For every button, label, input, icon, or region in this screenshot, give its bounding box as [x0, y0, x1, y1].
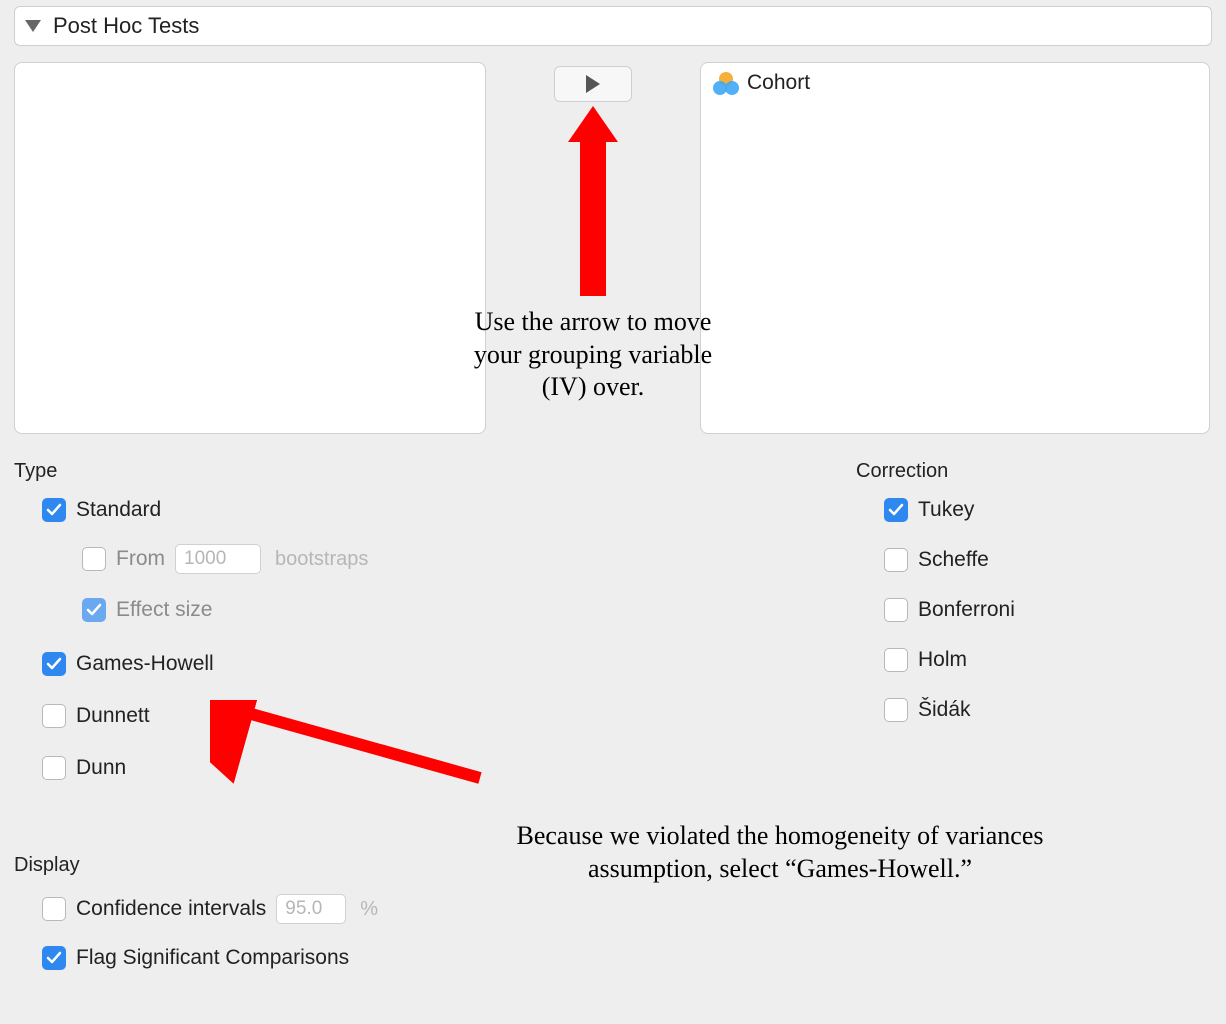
type-section-label: Type [14, 460, 57, 483]
confidence-intervals-option[interactable]: Confidence intervals % [42, 894, 378, 924]
annotation-text-1: Use the arrow to move your grouping vari… [460, 306, 726, 404]
variable-name: Cohort [747, 71, 810, 95]
dunn-option[interactable]: Dunn [42, 756, 126, 780]
play-triangle-icon [586, 75, 600, 93]
holm-label: Holm [918, 648, 967, 672]
confidence-intervals-label: Confidence intervals [76, 897, 266, 921]
from-label: From [116, 547, 165, 571]
standard-label: Standard [76, 498, 161, 522]
annotation-arrow-diag [210, 700, 490, 790]
sidak-checkbox[interactable] [884, 698, 908, 722]
standard-option[interactable]: Standard [42, 498, 161, 522]
correction-section-label: Correction [856, 460, 948, 483]
dunn-label: Dunn [76, 756, 126, 780]
tukey-label: Tukey [918, 498, 974, 522]
bootstraps-input[interactable] [175, 544, 261, 574]
section-title: Post Hoc Tests [53, 13, 199, 39]
holm-option[interactable]: Holm [884, 648, 967, 672]
scheffe-checkbox[interactable] [884, 548, 908, 572]
from-checkbox[interactable] [82, 547, 106, 571]
effect-size-option[interactable]: Effect size [82, 598, 213, 622]
dunnett-option[interactable]: Dunnett [42, 704, 150, 728]
confidence-intervals-checkbox[interactable] [42, 897, 66, 921]
flag-significant-label: Flag Significant Comparisons [76, 946, 349, 970]
available-variables-list[interactable] [14, 62, 486, 434]
sidak-label: Šidák [918, 698, 971, 722]
selected-variables-list[interactable]: Cohort [700, 62, 1210, 434]
bonferroni-option[interactable]: Bonferroni [884, 598, 1015, 622]
flag-significant-option[interactable]: Flag Significant Comparisons [42, 946, 349, 970]
variable-row[interactable]: Cohort [713, 71, 1197, 95]
tukey-option[interactable]: Tukey [884, 498, 974, 522]
effect-size-label: Effect size [116, 598, 213, 622]
scheffe-label: Scheffe [918, 548, 989, 572]
flag-significant-checkbox[interactable] [42, 946, 66, 970]
annotation-text-2: Because we violated the homogeneity of v… [470, 820, 1090, 885]
sidak-option[interactable]: Šidák [884, 698, 971, 722]
bonferroni-label: Bonferroni [918, 598, 1015, 622]
dunn-checkbox[interactable] [42, 756, 66, 780]
standard-checkbox[interactable] [42, 498, 66, 522]
scheffe-option[interactable]: Scheffe [884, 548, 989, 572]
annotation-arrow-up [576, 106, 610, 296]
dunnett-checkbox[interactable] [42, 704, 66, 728]
nominal-variable-icon [713, 72, 739, 94]
bootstraps-suffix: bootstraps [275, 548, 368, 571]
from-option[interactable]: From bootstraps [82, 544, 368, 574]
move-variable-button[interactable] [554, 66, 632, 102]
games-howell-checkbox[interactable] [42, 652, 66, 676]
tukey-checkbox[interactable] [884, 498, 908, 522]
confidence-level-input[interactable] [276, 894, 346, 924]
display-section-label: Display [14, 854, 80, 877]
bonferroni-checkbox[interactable] [884, 598, 908, 622]
section-header[interactable]: Post Hoc Tests [14, 6, 1212, 46]
dunnett-label: Dunnett [76, 704, 150, 728]
effect-size-checkbox[interactable] [82, 598, 106, 622]
games-howell-label: Games-Howell [76, 652, 214, 676]
holm-checkbox[interactable] [884, 648, 908, 672]
confidence-level-suffix: % [360, 898, 378, 921]
collapse-toggle-icon[interactable] [25, 20, 41, 32]
games-howell-option[interactable]: Games-Howell [42, 652, 214, 676]
